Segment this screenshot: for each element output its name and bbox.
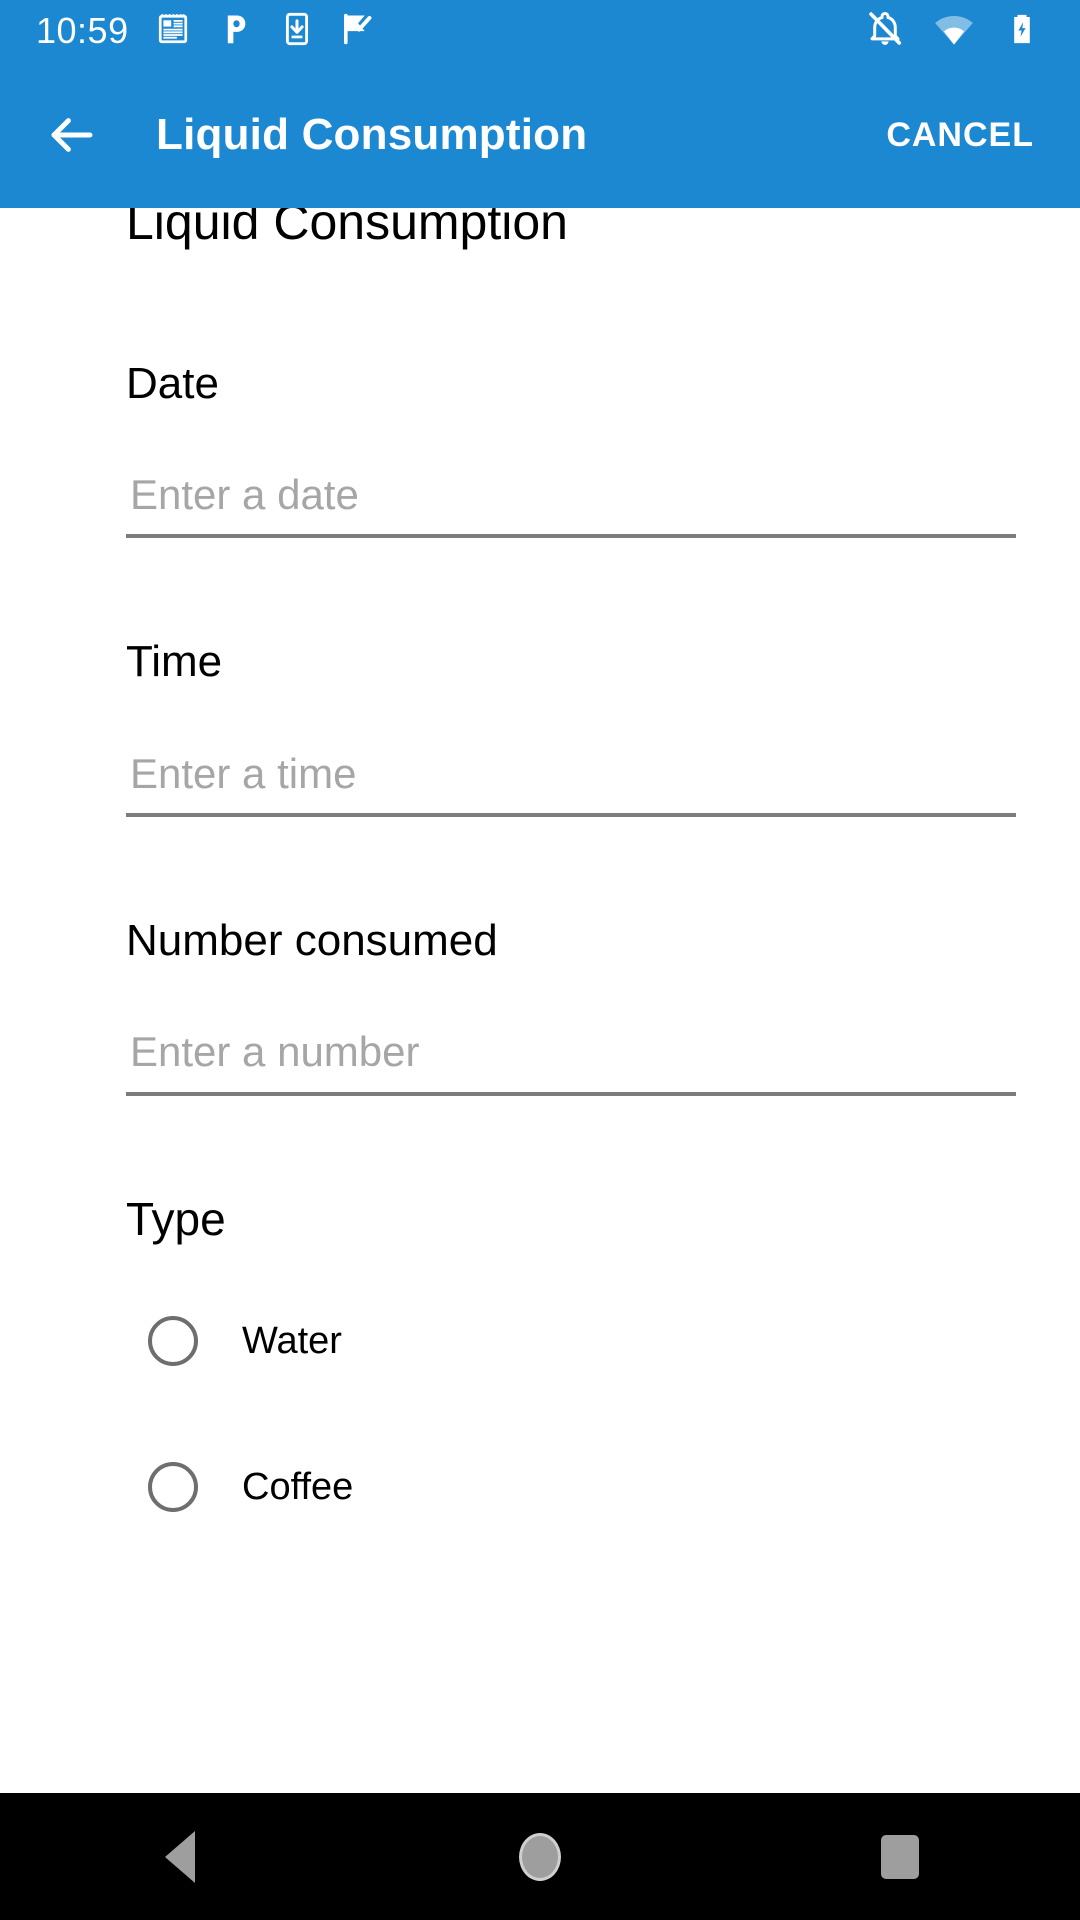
cancel-button[interactable]: CANCEL (876, 102, 1044, 169)
app-bar: Liquid Consumption CANCEL (0, 62, 1080, 208)
wifi-icon (934, 9, 974, 54)
radio-circle-water-icon[interactable] (148, 1316, 198, 1367)
back-button[interactable] (40, 103, 104, 167)
time-input[interactable] (126, 748, 1016, 806)
android-nav-bar (0, 1793, 1080, 1920)
status-bar-left: 10:59 (0, 11, 377, 52)
field-date: Date (126, 358, 1080, 539)
page-title: Liquid Consumption (126, 208, 568, 250)
nav-back-button[interactable] (110, 1812, 250, 1902)
recent-apps-square-icon (881, 1834, 919, 1879)
status-bar: 10:59 (0, 0, 1080, 62)
form-scroll-area[interactable]: Liquid Consumption Date Time Number cons… (0, 208, 1080, 1793)
nav-home-button[interactable] (470, 1812, 610, 1902)
radio-option-water[interactable]: Water (126, 1316, 1080, 1367)
app-bar-title: Liquid Consumption (156, 110, 588, 159)
field-label-number-consumed: Number consumed (126, 916, 498, 966)
field-label-time: Time (126, 637, 223, 687)
news-notepad-icon (155, 11, 191, 52)
field-type-group: Type Water Coffee (126, 1194, 1080, 1513)
back-triangle-icon (165, 1830, 195, 1883)
radio-circle-coffee-icon[interactable] (148, 1462, 198, 1513)
field-underline-number-consumed (126, 1027, 1016, 1096)
checkmark-flag-icon (341, 11, 377, 52)
pocket-p-icon (217, 11, 253, 52)
status-bar-right (866, 9, 1080, 54)
date-input[interactable] (126, 469, 1016, 527)
field-number-consumed: Number consumed (126, 916, 1080, 1096)
notifications-silenced-icon (866, 10, 904, 53)
radio-label-coffee: Coffee (242, 1466, 354, 1509)
field-time: Time (126, 637, 1080, 818)
back-arrow-icon (51, 118, 93, 152)
nav-recents-button[interactable] (830, 1812, 970, 1902)
form-container: Liquid Consumption Date Time Number cons… (0, 208, 1080, 1513)
field-label-date: Date (126, 358, 219, 408)
radio-label-water: Water (242, 1320, 342, 1363)
number-consumed-input[interactable] (126, 1027, 1016, 1084)
field-underline-date (126, 469, 1016, 539)
download-to-phone-icon (279, 11, 315, 52)
radio-option-coffee[interactable]: Coffee (126, 1462, 1080, 1513)
battery-charging-icon (1004, 11, 1040, 52)
home-circle-icon (519, 1832, 561, 1881)
field-underline-time (126, 748, 1016, 818)
status-clock: 10:59 (36, 10, 129, 51)
phone-screen: 10:59 Liquid Consumption CANCEL Liquid C… (0, 0, 1080, 1920)
field-label-type: Type (126, 1192, 226, 1245)
